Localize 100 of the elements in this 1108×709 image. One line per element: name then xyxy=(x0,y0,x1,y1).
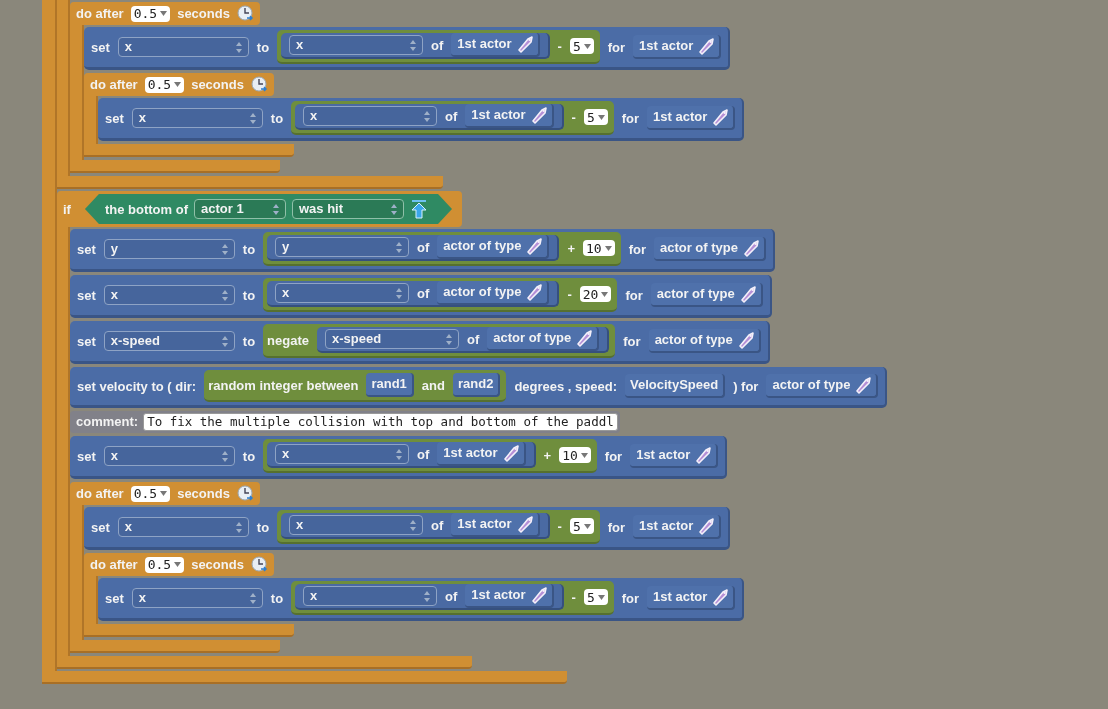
actor-chip[interactable]: 1st actor xyxy=(451,513,540,537)
number-field[interactable]: 10 xyxy=(559,447,591,463)
block-label: do after xyxy=(90,78,138,91)
block-label: set xyxy=(77,449,96,463)
block-label: and xyxy=(421,378,445,392)
block-label: for xyxy=(604,449,623,463)
variable-chip: rand1 xyxy=(366,373,414,397)
number-field[interactable]: 5 xyxy=(569,38,594,54)
block-label: for xyxy=(607,40,626,54)
actor-chip[interactable]: actor of type xyxy=(437,281,550,305)
actor-chip[interactable]: 1st actor xyxy=(647,106,736,130)
block-label: do after xyxy=(76,7,124,20)
block-label: of xyxy=(417,447,430,461)
attribute-dropdown[interactable]: was hit xyxy=(292,199,404,219)
number-field[interactable]: 5 xyxy=(583,589,608,605)
number-field[interactable]: 0.5 xyxy=(130,5,171,22)
attribute-dropdown[interactable]: x xyxy=(303,586,438,606)
attribute-dropdown[interactable]: y xyxy=(103,239,235,259)
block-label: of xyxy=(431,38,444,52)
block-label: of xyxy=(431,518,444,532)
block-label: to xyxy=(256,520,270,534)
block-label: seconds xyxy=(191,78,244,91)
actor-chip[interactable]: actor of type xyxy=(648,329,761,353)
block-label: of xyxy=(445,109,458,123)
block-label: degrees , speed: xyxy=(514,379,617,393)
block-label: to xyxy=(242,449,256,463)
block-label: to xyxy=(242,288,256,302)
block-label: of xyxy=(445,589,458,603)
number-field[interactable]: 10 xyxy=(582,240,615,256)
block-label: for xyxy=(621,111,640,125)
block-label: seconds xyxy=(177,487,230,500)
actor-chip[interactable]: 1st actor xyxy=(465,584,554,608)
block-label: to xyxy=(242,334,256,348)
block-label: set xyxy=(105,591,124,605)
number-field[interactable]: 5 xyxy=(583,109,608,125)
block-label: set xyxy=(105,111,124,125)
actor-chip[interactable]: actor of type xyxy=(650,283,763,307)
block-label: for xyxy=(628,242,646,256)
block-label: to xyxy=(242,242,256,256)
actor-chip[interactable]: actor of type xyxy=(766,374,879,398)
number-field[interactable]: 5 xyxy=(569,518,594,534)
block-label: of xyxy=(417,240,430,254)
block-label: if xyxy=(63,202,71,216)
actor-chip[interactable]: 1st actor xyxy=(633,515,722,539)
attribute-dropdown[interactable]: x xyxy=(275,444,410,464)
block-label: - xyxy=(557,519,562,533)
block-label: seconds xyxy=(177,7,230,20)
block-label: do after xyxy=(90,558,138,571)
block-label: - xyxy=(567,287,572,301)
actor-chip[interactable]: actor of type xyxy=(437,235,550,259)
attribute-dropdown[interactable]: x xyxy=(131,108,263,128)
block-label: set xyxy=(77,242,96,256)
block-label: of xyxy=(417,286,430,300)
comment-field[interactable]: To fix the multiple collision with top and bottom of the paddl xyxy=(143,413,618,431)
attribute-dropdown[interactable]: x-speed xyxy=(325,329,459,349)
block-label: set xyxy=(91,40,110,54)
block-label: ) for xyxy=(733,379,759,393)
block-label: to xyxy=(270,591,284,605)
number-field[interactable]: 0.5 xyxy=(144,556,185,573)
block-label: for xyxy=(607,520,626,534)
actor-chip[interactable]: actor of type xyxy=(487,327,600,351)
actor-chip[interactable]: 1st actor xyxy=(437,442,526,466)
attribute-dropdown[interactable]: x xyxy=(289,35,424,55)
block-label: set xyxy=(91,520,110,534)
attribute-dropdown[interactable]: x xyxy=(103,285,235,305)
number-field[interactable]: 20 xyxy=(579,286,612,302)
attribute-dropdown[interactable]: x xyxy=(117,517,249,537)
variable-chip: rand2 xyxy=(453,373,501,397)
attribute-dropdown[interactable]: x xyxy=(117,37,249,57)
number-field[interactable]: 0.5 xyxy=(130,485,171,502)
attribute-dropdown[interactable]: x xyxy=(103,446,235,466)
block-label: + xyxy=(567,241,575,255)
actor-chip[interactable]: 1st actor xyxy=(633,35,722,59)
attribute-dropdown[interactable]: actor 1 xyxy=(194,199,286,219)
actor-chip[interactable]: 1st actor xyxy=(465,104,554,128)
block-label: of xyxy=(467,332,480,346)
block-label: negate xyxy=(267,333,309,347)
attribute-dropdown[interactable]: x xyxy=(303,106,438,126)
attribute-dropdown[interactable]: x xyxy=(289,515,424,535)
block-label: set xyxy=(77,288,96,302)
block-label: - xyxy=(571,110,576,124)
attribute-dropdown[interactable]: y xyxy=(275,237,410,257)
number-field[interactable]: 0.5 xyxy=(144,76,185,93)
attribute-dropdown[interactable]: x-speed xyxy=(103,331,235,351)
block-label: for xyxy=(623,334,641,348)
actor-chip[interactable]: 1st actor xyxy=(451,33,540,57)
block-label: comment: xyxy=(76,413,139,432)
block-label: to xyxy=(270,111,284,125)
actor-chip[interactable]: 1st actor xyxy=(630,444,719,468)
attribute-dropdown[interactable]: x xyxy=(131,588,263,608)
actor-chip[interactable]: actor of type xyxy=(653,237,766,261)
actor-chip[interactable]: 1st actor xyxy=(647,586,736,610)
block-label: - xyxy=(557,39,562,53)
block-label: for xyxy=(621,591,640,605)
block-label: the bottom of xyxy=(104,202,188,216)
block-label: set xyxy=(77,334,96,348)
block-label: random integer between xyxy=(208,378,359,392)
block-label: do after xyxy=(76,487,124,500)
block-label: - xyxy=(571,590,576,604)
attribute-dropdown[interactable]: x xyxy=(275,283,410,303)
